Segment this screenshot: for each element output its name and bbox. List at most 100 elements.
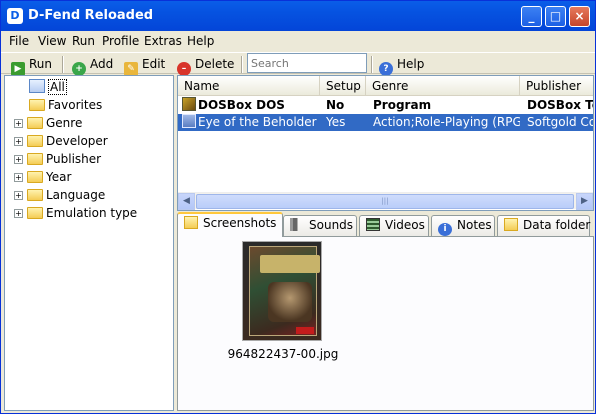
cover-logo (296, 327, 314, 334)
column-header-setup[interactable]: Setup (320, 76, 366, 96)
column-header-genre[interactable]: Genre (366, 76, 520, 96)
cell-genre: Action;Role-Playing (RPG) (373, 115, 520, 129)
toolbar-separator (62, 56, 64, 73)
tree-item-language[interactable]: + Language (14, 187, 105, 203)
menu-extras[interactable]: Extras (144, 34, 182, 48)
cell-publisher: DOSBox Te (527, 98, 594, 112)
maximize-button[interactable]: □ (545, 6, 566, 27)
tree-item-year[interactable]: + Year (14, 169, 71, 185)
search-input[interactable] (247, 53, 367, 73)
scroll-right-icon[interactable]: ▶ (576, 193, 593, 210)
run-button[interactable]: ▶ Run (11, 56, 53, 76)
expand-icon[interactable]: + (14, 137, 23, 146)
menu-bar: File View Run Profile Extras Help (1, 31, 595, 52)
cover-artwork (268, 282, 312, 322)
tree-item-developer[interactable]: + Developer (14, 133, 108, 149)
tree-item-favorites[interactable]: Favorites (29, 97, 102, 113)
tree-label: Publisher (46, 152, 102, 166)
menu-file[interactable]: File (9, 34, 29, 48)
run-label: Run (29, 57, 53, 71)
title-bar[interactable]: D D-Fend Reloaded _ □ × (1, 1, 595, 31)
window-title: D-Fend Reloaded (28, 8, 154, 23)
add-icon: + (72, 62, 86, 76)
screenshot-filename: 964822437-00.jpg (227, 347, 339, 361)
expand-icon[interactable]: + (14, 209, 23, 218)
tab-label: Screenshots (203, 216, 277, 230)
expand-icon[interactable]: + (14, 191, 23, 200)
add-button[interactable]: + Add (72, 56, 114, 76)
app-window: D D-Fend Reloaded _ □ × File View Run Pr… (0, 0, 596, 414)
table-row[interactable]: Eye of the Beholder 3 Yes Action;Role-Pl… (178, 114, 594, 131)
tree-item-publisher[interactable]: + Publisher (14, 151, 101, 167)
delete-label: Delete (195, 57, 235, 71)
help-icon: ? (379, 62, 393, 76)
table-row[interactable]: DOSBox DOS No Program DOSBox Te (178, 97, 594, 114)
scrollbar-thumb[interactable]: ||| (196, 194, 574, 209)
folder-icon (27, 153, 43, 165)
list-header: Name Setup Genre Publisher (178, 76, 593, 96)
folder-icon (27, 189, 43, 201)
speaker-icon (290, 218, 304, 231)
menu-profile[interactable]: Profile (102, 34, 139, 48)
tree-label: Genre (46, 116, 83, 130)
all-games-icon (29, 79, 45, 93)
tab-label: Notes (457, 218, 492, 232)
expand-icon[interactable]: + (14, 155, 23, 164)
tree-item-all[interactable]: All (29, 79, 67, 95)
tab-notes[interactable]: i Notes (431, 215, 495, 236)
expand-icon[interactable]: + (14, 119, 23, 128)
cell-publisher: Softgold Co (527, 115, 594, 129)
tab-sounds[interactable]: Sounds (283, 215, 357, 236)
menu-run[interactable]: Run (72, 34, 95, 48)
tab-data-folder[interactable]: Data folder (497, 215, 590, 236)
expand-icon[interactable]: + (14, 173, 23, 182)
close-button[interactable]: × (569, 6, 590, 27)
tree-item-genre[interactable]: + Genre (14, 115, 82, 131)
detail-tabs: Screenshots Sounds Videos i Notes Data fo… (177, 211, 594, 237)
toolbar-separator (241, 56, 243, 73)
toolbar-separator (371, 56, 373, 73)
game-icon (182, 114, 196, 128)
scroll-left-icon[interactable]: ◀ (178, 193, 195, 210)
folder-icon (27, 117, 43, 129)
horizontal-scrollbar[interactable]: ◀ ||| ▶ (178, 192, 593, 210)
cell-name: Eye of the Beholder 3 (198, 115, 320, 129)
edit-label: Edit (142, 57, 166, 71)
pencil-icon: ✎ (124, 62, 138, 76)
delete-icon: – (177, 62, 191, 76)
cell-setup: Yes (326, 115, 346, 129)
folder-icon (27, 135, 43, 147)
folder-icon (29, 99, 45, 111)
menu-view[interactable]: View (38, 34, 66, 48)
game-cover-image (249, 246, 320, 336)
cell-setup: No (326, 98, 345, 112)
screenshot-icon (184, 216, 198, 229)
dosbox-app-icon: D (7, 8, 23, 24)
help-label: Help (397, 57, 425, 71)
column-header-publisher[interactable]: Publisher (520, 76, 593, 96)
tab-label: Videos (385, 218, 425, 232)
add-label: Add (90, 57, 114, 71)
folder-icon (27, 171, 43, 183)
tab-screenshots[interactable]: Screenshots (177, 212, 283, 237)
film-icon (366, 218, 380, 231)
column-header-name[interactable]: Name (178, 76, 320, 96)
help-button[interactable]: ? Help (379, 56, 425, 76)
menu-help[interactable]: Help (187, 34, 214, 48)
folder-icon (27, 207, 43, 219)
tree-label: Year (46, 170, 72, 184)
run-icon: ▶ (11, 62, 25, 76)
tab-videos[interactable]: Videos (359, 215, 429, 236)
folder-icon (504, 218, 518, 231)
tab-label: Data folder (523, 218, 591, 232)
dosbox-icon (182, 97, 196, 111)
screenshots-panel: 964822437-00.jpg (177, 236, 594, 411)
cell-genre: Program (373, 98, 432, 112)
tab-label: Sounds (309, 218, 354, 232)
tree-item-emulation-type[interactable]: + Emulation type (14, 205, 137, 221)
minimize-button[interactable]: _ (521, 6, 542, 27)
edit-button[interactable]: ✎ Edit (124, 56, 166, 76)
delete-button[interactable]: – Delete (177, 56, 235, 76)
category-tree: All Favorites + Genre + Developer + Publish… (4, 75, 174, 411)
screenshot-thumbnail[interactable] (242, 241, 322, 341)
